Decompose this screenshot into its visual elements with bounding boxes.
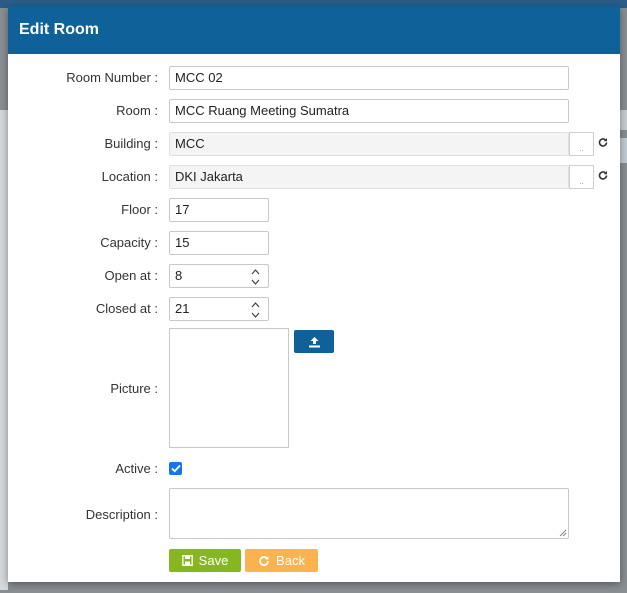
open-at-spinner[interactable] xyxy=(244,266,266,287)
save-button[interactable]: Save xyxy=(169,549,241,572)
upload-icon xyxy=(308,336,320,347)
open-at-input[interactable]: 8 xyxy=(169,264,269,288)
building-input: MCC xyxy=(169,132,569,156)
back-button[interactable]: Back xyxy=(245,549,318,572)
floor-label: Floor : xyxy=(121,202,158,217)
back-icon xyxy=(259,555,269,566)
room-number-input[interactable]: MCC 02 xyxy=(169,66,569,90)
save-button-label: Save xyxy=(198,553,229,568)
location-select-button[interactable]: .. xyxy=(569,165,594,189)
active-checkbox[interactable] xyxy=(169,462,182,475)
location-label: Location : xyxy=(101,169,158,184)
capacity-label: Capacity : xyxy=(100,235,158,250)
open-at-value: 8 xyxy=(175,268,183,283)
modal-header: Edit Room xyxy=(8,6,620,54)
resize-handle-icon[interactable] xyxy=(559,529,567,537)
room-number-label: Room Number : xyxy=(66,70,158,85)
location-input: DKI Jakarta xyxy=(169,165,569,189)
picture-label: Picture : xyxy=(110,381,158,396)
back-button-label: Back xyxy=(276,553,305,568)
room-input[interactable]: MCC Ruang Meeting Sumatra xyxy=(169,99,569,123)
closed-at-value: 21 xyxy=(175,301,190,316)
spinner-arrows-icon xyxy=(251,268,259,285)
closed-at-input[interactable]: 21 xyxy=(169,297,269,321)
spinner-arrows-icon xyxy=(251,301,259,318)
picture-preview xyxy=(169,328,289,448)
modal-title: Edit Room xyxy=(19,21,99,38)
active-label: Active : xyxy=(115,461,158,476)
building-select-button[interactable]: .. xyxy=(569,132,594,156)
upload-picture-button[interactable] xyxy=(294,330,334,353)
building-refresh-icon[interactable] xyxy=(598,136,608,151)
room-label: Room : xyxy=(116,103,158,118)
description-textarea[interactable] xyxy=(169,488,569,539)
check-icon xyxy=(170,464,181,473)
building-label: Building : xyxy=(104,136,158,151)
save-icon xyxy=(181,555,193,566)
edit-room-modal: Edit Room Room Number : MCC 02 Room : MC… xyxy=(8,6,620,582)
floor-input[interactable]: 17 xyxy=(169,198,269,222)
background-table-column xyxy=(0,110,8,590)
description-label: Description : xyxy=(85,507,158,522)
closed-at-label: Closed at : xyxy=(95,301,158,316)
capacity-input[interactable]: 15 xyxy=(169,231,269,255)
location-refresh-icon[interactable] xyxy=(598,169,608,184)
open-at-label: Open at : xyxy=(104,268,158,283)
closed-at-spinner[interactable] xyxy=(244,299,266,320)
